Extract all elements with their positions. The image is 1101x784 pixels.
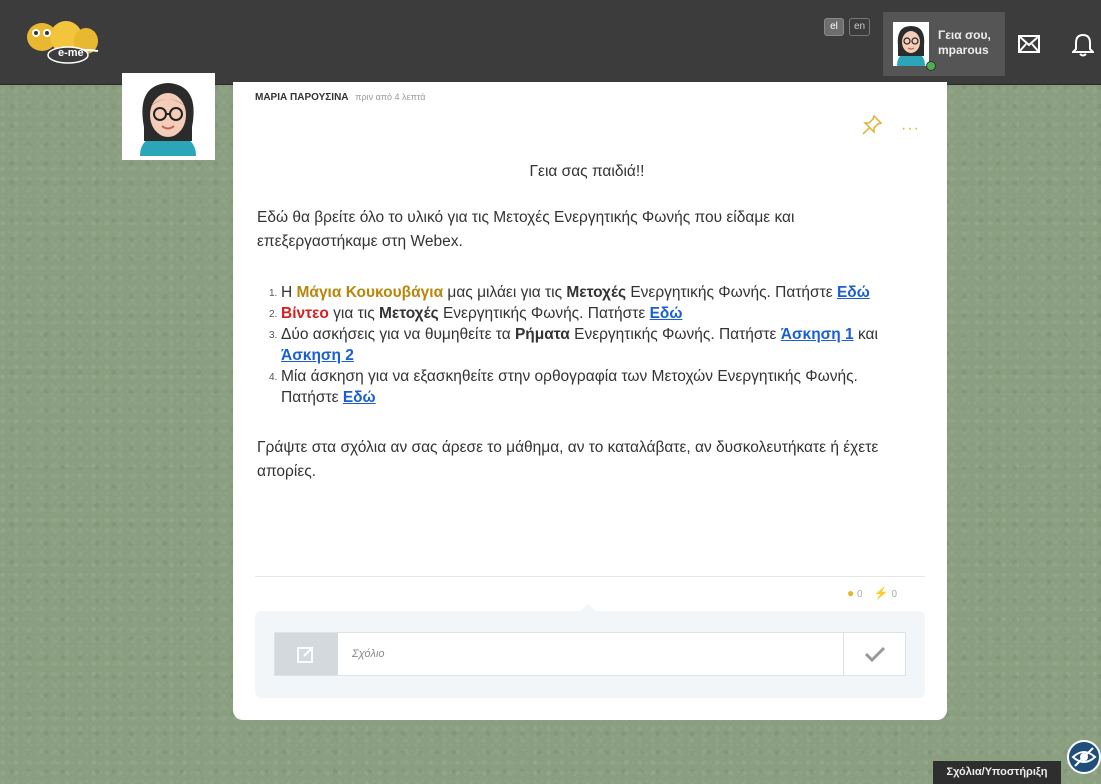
post-greeting: Γεια σας παιδιά!! <box>529 163 645 180</box>
list-item: 4. Μία άσκηση για να εξασκηθείτε στην ορθ… <box>269 366 917 408</box>
list-number: 2. <box>269 309 278 320</box>
list-number: 1. <box>269 288 278 299</box>
item-text: Δύο ασκήσεις για να θυμηθείτε τα <box>281 326 515 343</box>
post-closing: Γράψτε στα σχόλια αν σας άρεσε το μάθημα… <box>257 439 879 480</box>
material-list: 1. Η Μάγια Κουκουβάγια μας μιλάει για τις… <box>257 282 917 408</box>
support-button[interactable]: Σχόλια/Υποστήριξη <box>933 761 1061 784</box>
language-en-button[interactable]: en <box>849 18 871 36</box>
item-link[interactable]: Εδώ <box>837 284 870 301</box>
submit-comment-button[interactable] <box>843 633 905 675</box>
item-text: Ενεργητικής Φωνής. Πατήστε <box>569 326 781 343</box>
item-text: για τις <box>328 305 379 322</box>
item-link[interactable]: Εδώ <box>343 389 376 406</box>
comment-box <box>274 632 906 676</box>
envelope-icon[interactable] <box>1018 35 1040 53</box>
item-bold: Μετοχές <box>379 305 439 322</box>
hide-eye-icon[interactable] <box>1067 740 1101 774</box>
username: mparous <box>938 43 989 57</box>
pin-icon[interactable] <box>861 114 883 136</box>
online-status-indicator <box>926 61 936 71</box>
checkmark-icon <box>864 646 886 662</box>
divider <box>255 576 925 577</box>
user-greeting: Γεια σου, mparous <box>938 28 991 58</box>
author-name[interactable]: ΜΑΡΙΑ ΠΑΡΟΥΣΙΝΑ <box>255 92 349 103</box>
author-avatar[interactable] <box>122 73 215 160</box>
item-bold: Ρήματα <box>514 326 570 343</box>
item-text: μας μιλάει για τις <box>443 284 567 301</box>
lightning-icon[interactable]: ⚡ <box>874 586 889 600</box>
user-avatar <box>893 22 929 66</box>
post-time: πριν από 4 λεπτά <box>355 92 426 102</box>
list-number: 4. <box>269 372 278 383</box>
list-item: 3. Δύο ασκήσεις για να θυμηθείτε τα Ρήματ… <box>269 324 917 366</box>
item-text: Ενεργητικής Φωνής. Πατήστε <box>626 284 837 301</box>
list-number: 3. <box>269 330 278 341</box>
comment-area <box>255 611 925 698</box>
item-text: και <box>853 326 878 343</box>
list-item: 1. Η Μάγια Κουκουβάγια μας μιλάει για τις… <box>269 282 917 303</box>
post-meta: ΜΑΡΙΑ ΠΑΡΟΥΣΙΝΑ πριν από 4 λεπτά <box>255 92 425 103</box>
item-highlight: Βίντεο <box>281 305 329 322</box>
user-menu[interactable]: Γεια σου, mparous <box>883 12 1005 76</box>
edit-icon <box>275 633 338 675</box>
comment-input[interactable] <box>338 633 843 675</box>
item-highlight: Μάγια Κουκουβάγια <box>296 284 444 301</box>
exercise-1-link[interactable]: Άσκηση 1 <box>781 326 854 343</box>
logo-text: e-me <box>58 47 84 59</box>
post-intro: Εδώ θα βρείτε όλο το υλικό για τις Μετοχ… <box>257 209 795 250</box>
exercise-2-link[interactable]: Άσκηση 2 <box>281 347 354 364</box>
e-me-logo[interactable]: e-me <box>20 17 102 65</box>
post-card: ΜΑΡΙΑ ΠΑΡΟΥΣΙΝΑ πριν από 4 λεπτά ··· Γει… <box>233 82 947 720</box>
language-el-button[interactable]: el <box>824 18 844 36</box>
item-bold: Μετοχές <box>566 284 627 301</box>
comments-count: 0 <box>857 589 863 600</box>
bell-icon[interactable] <box>1070 33 1096 57</box>
likes-count: 0 <box>891 589 898 600</box>
greeting-line: Γεια σου, <box>938 28 991 42</box>
post-stats: ● 0 ⚡ 0 <box>847 586 897 600</box>
item-text: Ενεργητικής Φωνής. Πατήστε <box>438 305 650 322</box>
comments-icon[interactable]: ● <box>847 586 854 600</box>
item-text: Η <box>281 284 297 301</box>
item-link[interactable]: Εδώ <box>650 305 683 322</box>
more-options-icon[interactable]: ··· <box>901 120 920 138</box>
post-body: Γεια σας παιδιά!! Εδώ θα βρείτε όλο το υ… <box>257 160 917 484</box>
list-item: 2. Βίντεο για τις Μετοχές Ενεργητικής Φων… <box>269 303 917 324</box>
